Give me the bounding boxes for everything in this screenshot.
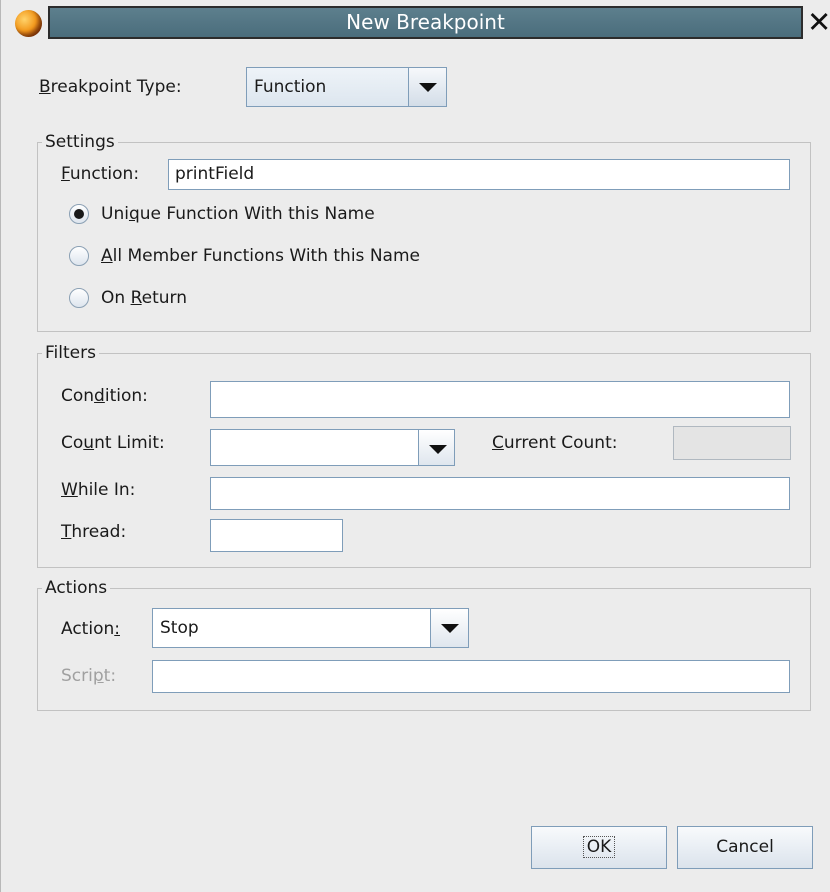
condition-label: Condition: [61, 386, 148, 406]
radio-all-member-functions[interactable]: All Member Functions With this Name [69, 244, 519, 268]
radio-on-return-label: On Return [101, 288, 187, 308]
breakpoint-type-label-text: reakpoint Type: [50, 77, 182, 97]
radio-dot[interactable] [69, 288, 89, 308]
script-input[interactable] [152, 660, 790, 693]
script-label: Script: [61, 666, 117, 686]
ok-button-label: OK [582, 836, 616, 858]
window-title: New Breakpoint [48, 6, 803, 39]
actions-legend: Actions [42, 576, 111, 600]
radio-on-return[interactable]: On Return [69, 286, 269, 310]
function-label-text: unction: [69, 164, 140, 184]
function-label: Function: [61, 162, 139, 186]
action-value: Stop [160, 618, 199, 638]
radio-dot-checked[interactable] [69, 204, 89, 224]
function-label-mnemonic: F [61, 164, 70, 184]
thread-input[interactable] [210, 519, 343, 552]
chevron-down-icon[interactable] [408, 68, 446, 106]
thread-label: Thread: [61, 522, 127, 542]
action-label: Action: [61, 619, 120, 639]
current-count-label: Current Count: [492, 433, 618, 453]
breakpoint-type-label-mnemonic: B [39, 77, 51, 97]
radio-dot[interactable] [69, 246, 89, 266]
action-combobox[interactable]: Stop [152, 608, 469, 648]
close-icon[interactable]: ✕ [807, 4, 830, 40]
breakpoint-type-label: Breakpoint Type: [39, 75, 182, 99]
current-count-field [673, 426, 791, 460]
count-limit-combobox[interactable] [210, 429, 455, 466]
settings-legend: Settings [42, 130, 118, 154]
ok-button[interactable]: OK [531, 826, 667, 869]
breakpoint-type-combobox[interactable]: Function [246, 67, 447, 107]
title-bar[interactable]: New Breakpoint ✕ [1, 0, 830, 46]
while-in-label: While In: [61, 480, 136, 500]
while-in-input[interactable] [210, 477, 790, 510]
radio-unique-function[interactable]: Unique Function With this Name [69, 202, 489, 226]
radio-all-member-functions-label: All Member Functions With this Name [101, 246, 420, 266]
radio-unique-function-label: Unique Function With this Name [101, 204, 375, 224]
cancel-button[interactable]: Cancel [677, 826, 813, 869]
count-limit-label: Count Limit: [61, 433, 165, 453]
condition-input[interactable] [210, 381, 790, 418]
function-input[interactable]: printField [168, 159, 790, 190]
breakpoint-type-value: Function [254, 77, 327, 97]
app-logo-icon[interactable] [15, 10, 42, 37]
new-breakpoint-dialog: New Breakpoint ✕ Breakpoint Type: Functi… [0, 0, 830, 892]
chevron-down-icon[interactable] [418, 430, 454, 465]
filters-legend: Filters [42, 341, 99, 365]
chevron-down-icon[interactable] [430, 609, 468, 647]
